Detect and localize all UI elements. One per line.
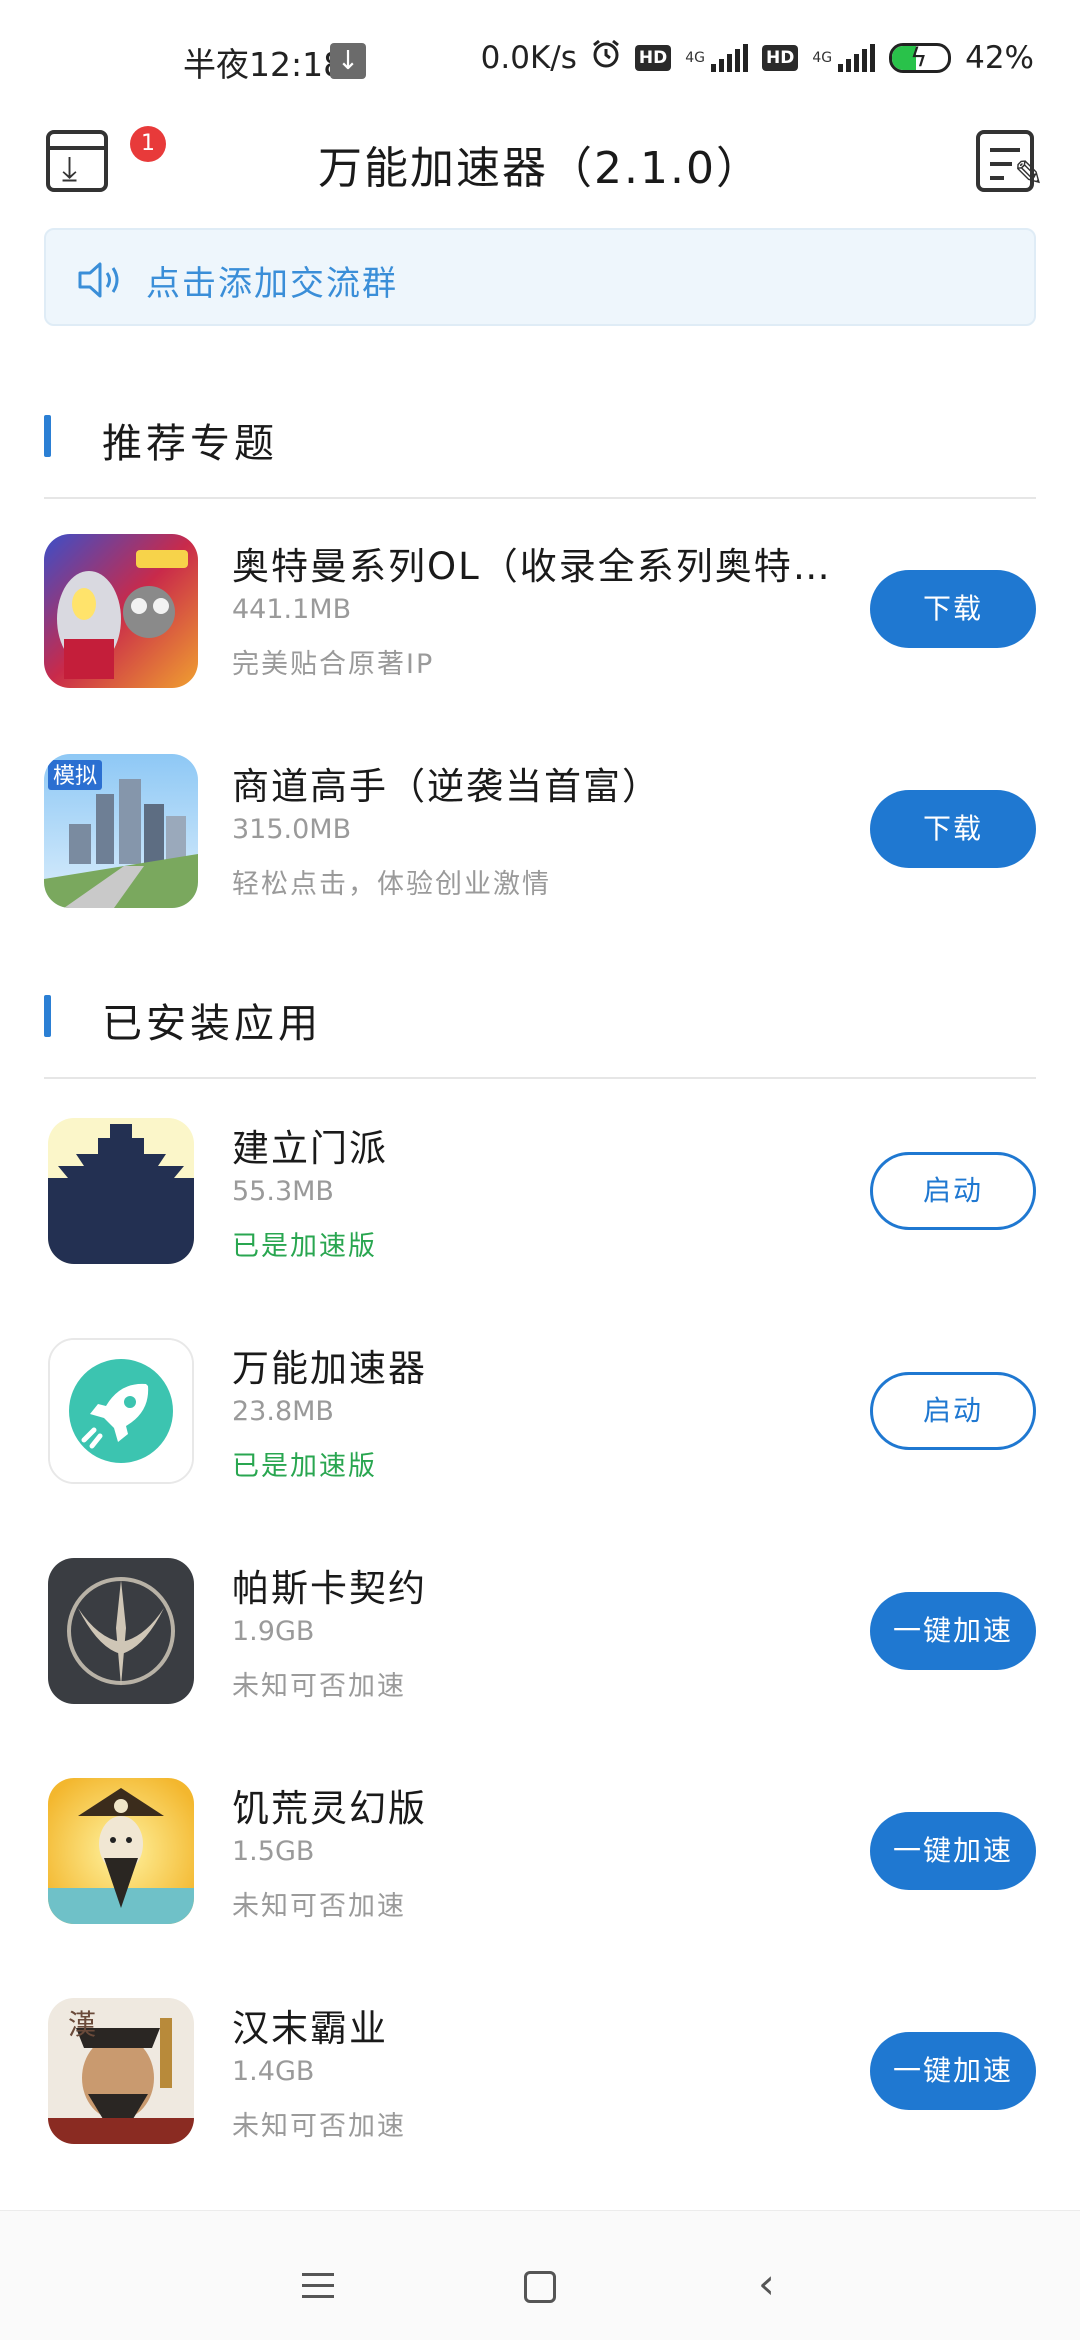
signal-icon <box>838 44 876 72</box>
list-item[interactable]: 奥特曼系列OL（收录全系列奥特曼） 441.1MB 完美贴合原著IP 下载 <box>44 528 1036 688</box>
status-bar: 半夜12:18 ↓ 0.0K/s HD 4G HD 4G ϟ 42% <box>0 0 1080 120</box>
back-icon[interactable]: ‹ <box>758 2263 775 2305</box>
icon-label-han: 漢 <box>68 2008 96 2041</box>
list-item[interactable]: 帕斯卡契约 1.9GB 未知可否加速 一键加速 <box>44 1550 1036 1710</box>
hd-icon: HD <box>634 45 672 71</box>
hd-icon: HD <box>761 45 799 71</box>
section-recommended: 推荐专题 <box>44 405 1036 467</box>
section-title: 推荐专题 <box>102 421 278 467</box>
battery-charging-icon: ϟ <box>889 43 952 73</box>
accelerate-button[interactable]: 一键加速 <box>870 1812 1036 1890</box>
han-dynasty-app-icon: 漢 <box>48 1998 194 2144</box>
divider <box>44 1077 1036 1079</box>
app-size: 55.3MB <box>232 1176 334 1207</box>
app-status: 已是加速版 <box>232 1451 377 1482</box>
accelerate-button[interactable]: 一键加速 <box>870 1592 1036 1670</box>
app-size: 1.9GB <box>232 1616 315 1647</box>
rocket-app-icon <box>48 1338 194 1484</box>
menu-icon[interactable] <box>302 2273 334 2306</box>
app-description: 完美贴合原著IP <box>232 649 435 680</box>
divider <box>44 497 1036 499</box>
status-time: 半夜12:18 <box>183 45 345 84</box>
list-item[interactable]: 漢 汉末霸业 1.4GB 未知可否加速 一键加速 <box>44 1990 1036 2150</box>
download-button[interactable]: 下载 <box>870 790 1036 868</box>
launch-button[interactable]: 启动 <box>870 1372 1036 1450</box>
app-status: 未知可否加速 <box>232 1891 406 1922</box>
app-status: 未知可否加速 <box>232 1671 406 1702</box>
ultraman-app-icon <box>44 534 198 688</box>
accelerate-button[interactable]: 一键加速 <box>870 2032 1036 2110</box>
edit-pen-icon: ✎ <box>1013 154 1044 195</box>
app-status: 已是加速版 <box>232 1231 377 1262</box>
dont-starve-app-icon <box>48 1778 194 1924</box>
app-name: 商道高手（逆袭当首富） <box>232 765 661 808</box>
app-status: 未知可否加速 <box>232 2111 406 2142</box>
system-nav-bar: ‹ <box>0 2210 1080 2340</box>
net-type-label: 4G <box>812 50 833 66</box>
join-group-banner[interactable]: 点击添加交流群 <box>44 228 1036 326</box>
network-speed: 0.0K/s <box>480 40 577 76</box>
feedback-button[interactable]: ✎ <box>976 130 1044 195</box>
section-installed: 已安装应用 <box>44 985 1036 1047</box>
alarm-icon <box>591 39 621 77</box>
download-icon: ↓ <box>330 43 366 79</box>
sect-palace-app-icon <box>48 1118 194 1264</box>
signal-icon <box>710 44 748 72</box>
app-size: 23.8MB <box>232 1396 334 1427</box>
icon-label-moni: 模拟 <box>53 764 97 789</box>
pascal-contract-app-icon <box>48 1558 194 1704</box>
section-title: 已安装应用 <box>102 1001 322 1047</box>
app-name: 奥特曼系列OL（收录全系列奥特曼） <box>232 545 832 588</box>
download-button[interactable]: 下载 <box>870 570 1036 648</box>
page-title: 万能加速器（2.1.0） <box>318 143 762 194</box>
app-screen: 半夜12:18 ↓ 0.0K/s HD 4G HD 4G ϟ 42% ⤓ 1 万… <box>0 0 1080 2340</box>
app-name: 万能加速器 <box>232 1347 427 1390</box>
app-size: 315.0MB <box>232 814 352 845</box>
app-description: 轻松点击，体验创业激情 <box>232 869 551 900</box>
business-game-icon: 模拟 <box>44 754 198 908</box>
net-type-label: 4G <box>685 50 705 66</box>
section-accent-bar <box>44 415 51 457</box>
app-size: 441.1MB <box>232 594 352 625</box>
bolt-icon: ϟ <box>910 43 928 73</box>
app-name: 帕斯卡契约 <box>232 1567 427 1610</box>
section-accent-bar <box>44 995 51 1037</box>
status-icons: 0.0K/s HD 4G HD 4G ϟ 42% <box>481 36 1034 80</box>
app-name: 饥荒灵幻版 <box>232 1787 427 1830</box>
battery-percent: 42% <box>965 40 1034 76</box>
app-size: 1.4GB <box>232 2056 315 2087</box>
list-item[interactable]: 建立门派 55.3MB 已是加速版 启动 <box>44 1110 1036 1270</box>
list-item[interactable]: 饥荒灵幻版 1.5GB 未知可否加速 一键加速 <box>44 1770 1036 1930</box>
home-icon[interactable] <box>524 2271 556 2303</box>
list-item[interactable]: 模拟 商道高手（逆袭当首富） 315.0MB 轻松点击，体验创业激情 下载 <box>44 748 1036 908</box>
app-size: 1.5GB <box>232 1836 315 1867</box>
banner-text: 点击添加交流群 <box>146 264 398 304</box>
app-name: 建立门派 <box>232 1127 388 1170</box>
speaker-icon <box>78 262 119 298</box>
list-item[interactable]: 万能加速器 23.8MB 已是加速版 启动 <box>44 1330 1036 1490</box>
app-name: 汉末霸业 <box>232 2007 388 2050</box>
launch-button[interactable]: 启动 <box>870 1152 1036 1230</box>
